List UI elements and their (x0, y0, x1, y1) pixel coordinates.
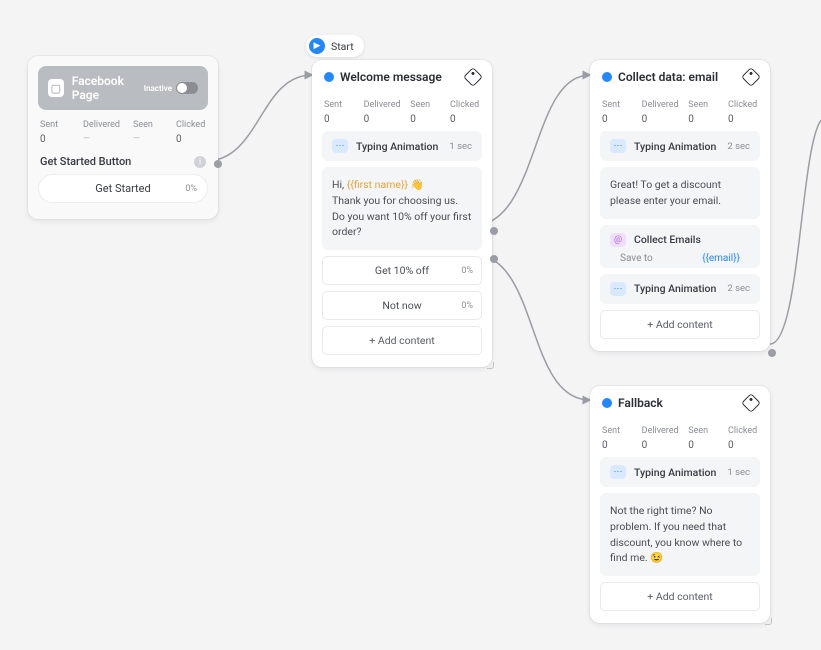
connector-dot[interactable] (768, 349, 776, 357)
welcome-message-card[interactable]: Welcome message Sent0 Delivered0 Seen0 C… (312, 60, 492, 367)
welcome-header: Welcome message (322, 70, 482, 90)
typing-animation-block[interactable]: ⋯ Typing Animation 1 sec (322, 131, 482, 161)
tag-icon[interactable] (741, 393, 761, 413)
collect-message-block[interactable]: Great! To get a discount please enter yo… (600, 167, 760, 219)
get-started-button[interactable]: Get Started 0% (38, 174, 208, 203)
node-icon (602, 72, 612, 82)
node-icon (602, 398, 612, 408)
fb-stats-row: Sent0 Delivered— Seen— Clicked0 (40, 120, 206, 145)
connector-dot[interactable] (490, 255, 498, 263)
resize-handle[interactable] (764, 617, 774, 627)
typing-animation-block[interactable]: ⋯ Typing Animation 1 sec (600, 457, 760, 487)
active-toggle[interactable]: Inactive (144, 82, 198, 94)
welcome-stats: Sent0 Delivered0 Seen0 Clicked0 (324, 100, 480, 125)
get-started-section-label: Get Started Button i (40, 155, 206, 168)
start-label: Start (331, 40, 354, 53)
typing-icon: ⋯ (332, 139, 348, 153)
collect-email-card[interactable]: Collect data: email Sent0 Delivered0 See… (590, 60, 770, 351)
start-pill[interactable]: ▶ Start (306, 35, 364, 57)
typing-icon: ⋯ (610, 139, 626, 153)
facebook-page-card[interactable]: ▢ Facebook Page Inactive Sent0 Delivered… (28, 56, 218, 219)
collect-stats: Sent0 Delivered0 Seen0 Clicked0 (602, 100, 758, 125)
facebook-title: Facebook Page (72, 74, 144, 102)
tag-icon[interactable] (463, 67, 483, 87)
typing-animation-block[interactable]: ⋯ Typing Animation 2 sec (600, 131, 760, 161)
add-content-button[interactable]: + Add content (322, 326, 482, 355)
not-now-button[interactable]: Not now0% (322, 291, 482, 320)
add-content-button[interactable]: + Add content (600, 582, 760, 611)
collect-icon: @ (610, 233, 626, 247)
typing-icon: ⋯ (610, 465, 626, 479)
collect-emails-block[interactable]: @ Collect Emails Save to {{email}} (600, 225, 760, 268)
facebook-icon: ▢ (48, 79, 64, 97)
add-content-button[interactable]: + Add content (600, 310, 760, 339)
typing-icon: ⋯ (610, 282, 626, 296)
connector-dot[interactable] (214, 160, 222, 168)
typing-animation-block-2[interactable]: ⋯ Typing Animation 2 sec (600, 274, 760, 304)
play-icon: ▶ (309, 38, 325, 54)
tag-icon[interactable] (741, 67, 761, 87)
fallback-header: Fallback (600, 396, 760, 416)
toggle-track (176, 82, 198, 94)
info-icon[interactable]: i (194, 156, 206, 168)
get-10-off-button[interactable]: Get 10% off0% (322, 256, 482, 285)
facebook-header: ▢ Facebook Page Inactive (38, 66, 208, 110)
welcome-message-block[interactable]: Hi, {{first name}} 👋 Thank you for choos… (322, 167, 482, 250)
connector-dot[interactable] (490, 227, 498, 235)
node-icon (324, 72, 334, 82)
fallback-message-block[interactable]: Not the right time? No problem. If you n… (600, 493, 760, 576)
fallback-card[interactable]: Fallback Sent0 Delivered0 Seen0 Clicked0… (590, 386, 770, 623)
fallback-stats: Sent0 Delivered0 Seen0 Clicked0 (602, 426, 758, 451)
resize-handle[interactable] (486, 361, 496, 371)
collect-header: Collect data: email (600, 70, 760, 90)
